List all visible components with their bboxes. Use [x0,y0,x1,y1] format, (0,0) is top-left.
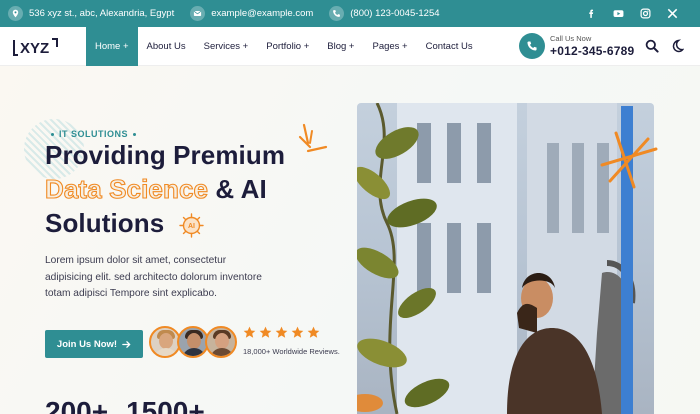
dark-mode-icon[interactable] [670,39,684,53]
hero-title-accent: Data Science [44,173,209,204]
main-navbar: XYZ Home + About Us Services + Portfolio… [0,27,700,66]
sparkle-decoration-icon [298,123,328,153]
ai-brain-icon: AI [179,213,204,238]
star-icon [275,326,288,338]
phone-call-icon [519,33,545,59]
search-icon[interactable] [645,39,659,53]
hero-title-rest: & AI [208,174,267,204]
top-bar: 536 xyz st., abc, Alexandria, Egypt exam… [0,0,700,27]
address-text: 536 xyz st., abc, Alexandria, Egypt [29,8,175,19]
call-label: Call Us Now [550,34,592,43]
hero-description: Lorem ipsum dolor sit amet, consectetur … [45,255,262,299]
logo-text: XYZ [20,40,49,57]
nav-pages[interactable]: Pages + [363,27,416,66]
phone-item[interactable]: (800) 123-0045-1254 [329,6,440,21]
rating-stars [243,326,320,339]
email-item[interactable]: example@example.com [190,6,313,21]
youtube-icon[interactable] [612,8,624,20]
social-links [585,0,678,27]
stat-value: 200+ [45,396,109,414]
nav-home[interactable]: Home + [86,27,138,66]
hero-eyebrow: IT SOLUTIONS [46,129,141,139]
address-item: 536 xyz st., abc, Alexandria, Egypt [8,6,174,21]
reviews-count: 18,000+ Worldwide Reviews. [243,347,340,356]
main-menu: Home + About Us Services + Portfolio + B… [86,27,482,66]
arrow-right-icon [122,340,131,348]
hero-section: IT SOLUTIONS Providing Premium Data Scie… [0,66,700,414]
instagram-icon[interactable] [639,8,651,20]
join-us-label: Join Us Now! [56,338,118,350]
email-link[interactable]: example@example.com [211,8,313,19]
join-us-button[interactable]: Join Us Now! [45,330,143,358]
avatar [205,326,237,358]
nav-portfolio[interactable]: Portfolio + [257,27,318,66]
star-icon [243,326,256,338]
x-icon[interactable] [666,8,678,20]
star-icon [259,326,272,338]
envelope-icon [190,6,206,21]
facebook-icon[interactable] [585,8,597,20]
phone-icon [329,6,345,21]
asterisk-decoration-icon [600,131,658,189]
location-pin-icon [8,6,23,21]
reviewer-avatars [149,326,237,358]
phone-link[interactable]: (800) 123-0045-1254 [350,8,439,19]
hero-title-line-3: Solutions [45,208,165,238]
call-us-block[interactable]: Call Us Now +012-345-6789 [519,33,634,59]
call-number[interactable]: +012-345-6789 [550,44,634,58]
nav-blog[interactable]: Blog + [318,27,363,66]
nav-contact[interactable]: Contact Us [417,27,482,66]
star-icon [307,326,320,338]
eyebrow-text: IT SOLUTIONS [59,129,128,139]
hero-title-line-1: Providing Premium [45,140,286,170]
svg-text:AI: AI [188,223,195,230]
hero-title-line-2: Data Science & AI [44,173,267,205]
stat-value: 1500+ [126,396,205,414]
nav-services[interactable]: Services + [195,27,258,66]
stats-row: 200+ 1500+ [45,396,205,414]
site-logo[interactable]: XYZ [12,35,60,59]
nav-about[interactable]: About Us [138,27,195,66]
star-icon [291,326,304,338]
